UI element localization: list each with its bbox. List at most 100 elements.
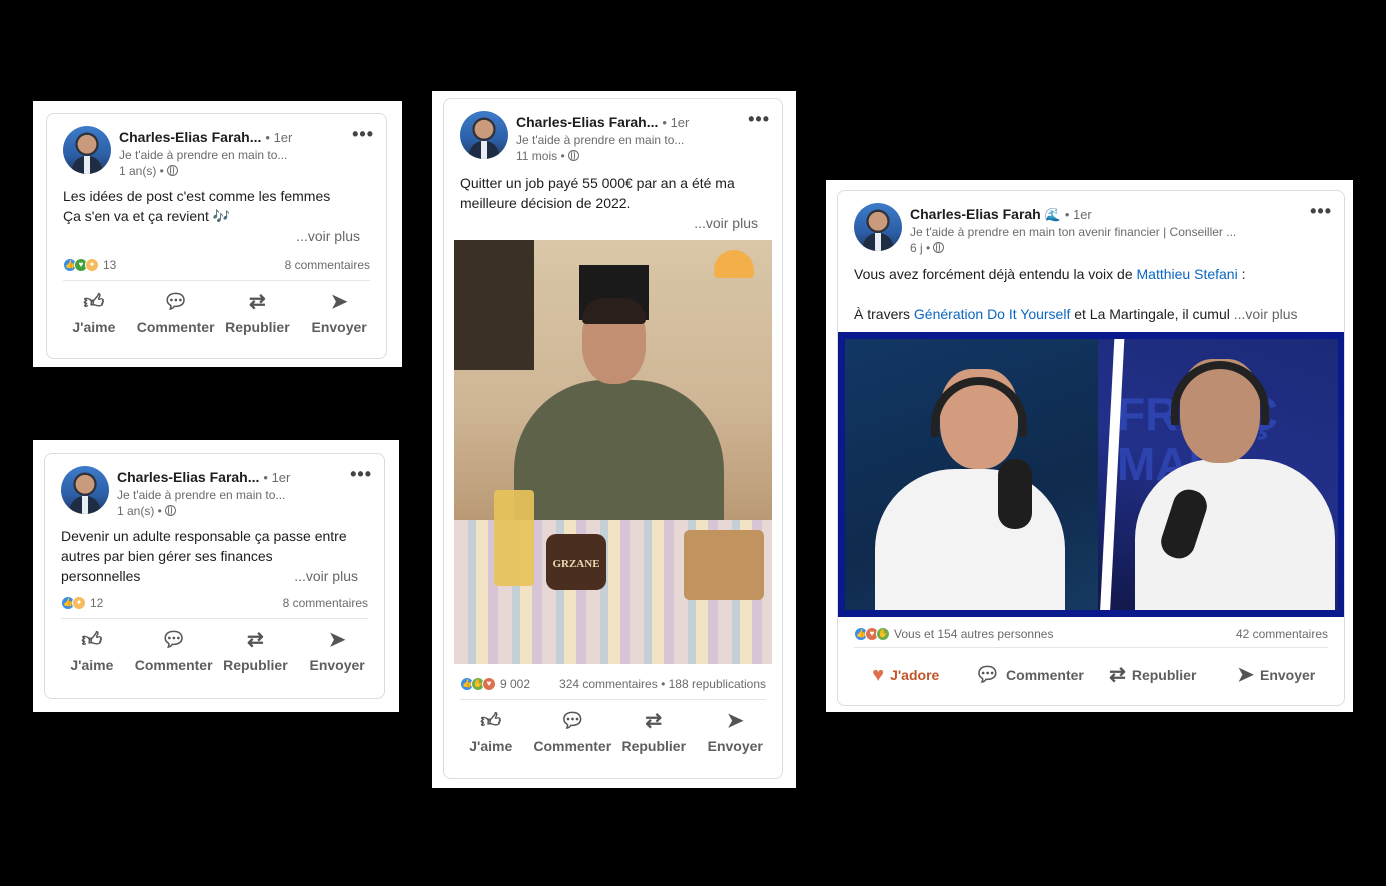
- mug-label: GRZANE: [552, 558, 600, 570]
- more-options-icon[interactable]: •••: [748, 109, 770, 130]
- action-bar: ♥ J'adore 💬︎ Commenter ⇄ Republier ➤ Envoyer: [838, 648, 1344, 688]
- post-card-4: Charles-Elias Farah 🌊 • 1er Je t'aide à p…: [837, 190, 1345, 706]
- comments-count[interactable]: 8 commentaires: [285, 258, 370, 272]
- repost-button[interactable]: ⇄ Republier: [215, 627, 297, 673]
- author-name[interactable]: Charles-Elias Farah: [910, 206, 1041, 222]
- send-icon: ➤: [328, 629, 346, 651]
- post-time: 1 an(s) •: [117, 504, 176, 518]
- post-card-2: Charles-Elias Farah... • 1er Je t'aide à …: [44, 453, 385, 699]
- post-header: Charles-Elias Farah... • 1er Je t'aide à …: [45, 454, 384, 520]
- author-name[interactable]: Charles-Elias Farah...: [119, 129, 261, 145]
- post-card-3: Charles-Elias Farah... • 1er Je t'aide à …: [443, 98, 783, 779]
- comment-button[interactable]: 💬︎ Commenter: [133, 627, 215, 673]
- post-photo[interactable]: GRZANE: [454, 240, 772, 664]
- comments-count[interactable]: 42 commentaires: [1236, 627, 1328, 641]
- more-options-icon[interactable]: •••: [352, 124, 374, 145]
- connection-degree: • 1er: [263, 470, 291, 485]
- connection-degree: • 1er: [265, 130, 293, 145]
- repost-button[interactable]: ⇄ Republier: [613, 708, 695, 754]
- author-avatar[interactable]: [61, 466, 109, 514]
- post-text: Quitter un job payé 55 000€ par an a été…: [460, 175, 758, 231]
- reactions-summary[interactable]: 👍 ✋ ♥ 9 002: [460, 677, 530, 691]
- comment-icon: 💬︎: [160, 629, 187, 651]
- post-stats: 👍 ♥ ✦ 13 8 commentaires: [47, 250, 386, 280]
- globe-icon: [933, 242, 945, 253]
- author-avatar[interactable]: [460, 111, 508, 159]
- like-button[interactable]: 👍︎ J'aime: [53, 289, 135, 335]
- see-more-link[interactable]: ...voir plus: [294, 566, 358, 586]
- author-tagline: Je t'aide à prendre en main to...: [516, 133, 685, 147]
- microphone-icon: [998, 459, 1032, 529]
- post-text: Les idées de post c'est comme les femmes…: [63, 188, 360, 244]
- post-header: Charles-Elias Farah 🌊 • 1er Je t'aide à p…: [838, 191, 1344, 257]
- reactions-summary[interactable]: 👍 ♥ ✦ 13: [63, 258, 116, 272]
- post-text: Devenir un adulte responsable ça passe e…: [61, 528, 358, 586]
- author-avatar[interactable]: [854, 203, 902, 251]
- post-header: Charles-Elias Farah... • 1er Je t'aide à …: [444, 99, 782, 165]
- more-options-icon[interactable]: •••: [350, 464, 372, 485]
- love-button[interactable]: ♥ J'adore: [844, 662, 968, 688]
- comment-button[interactable]: 💬︎ Commenter: [968, 662, 1092, 688]
- connection-degree: • 1er: [1064, 207, 1092, 222]
- see-more-link[interactable]: ...voir plus: [296, 228, 360, 244]
- comment-button[interactable]: 💬︎ Commenter: [135, 289, 217, 335]
- see-more-link[interactable]: ...voir plus: [694, 215, 758, 231]
- connection-degree: • 1er: [662, 115, 690, 130]
- post-time: 1 an(s) •: [119, 164, 178, 178]
- send-button[interactable]: ➤ Envoyer: [1215, 662, 1339, 688]
- post-header: Charles-Elias Farah... • 1er Je t'aide à …: [47, 114, 386, 180]
- author-name[interactable]: Charles-Elias Farah...: [516, 114, 658, 130]
- thumbs-up-icon: 👍︎: [480, 710, 502, 732]
- comments-count[interactable]: 324 commentaires • 188 republications: [559, 677, 766, 691]
- thumbs-up-icon: 👍︎: [81, 629, 103, 651]
- heart-icon: ♥: [872, 664, 885, 686]
- post-video[interactable]: FRANÇ MAIN: [838, 332, 1344, 617]
- send-icon: ➤: [330, 291, 348, 313]
- repost-icon: ⇄: [645, 710, 663, 732]
- repost-button[interactable]: ⇄ Republier: [1091, 662, 1215, 688]
- send-icon: ➤: [1237, 664, 1254, 686]
- post-time: 6 j •: [910, 241, 945, 255]
- repost-icon: ⇄: [246, 629, 264, 651]
- post-stats: 👍 ✋ ♥ 9 002 324 commentaires • 188 repub…: [444, 669, 782, 699]
- send-button[interactable]: ➤ Envoyer: [695, 708, 777, 754]
- comment-icon: 💬︎: [162, 291, 189, 313]
- comment-icon: 💬︎: [974, 664, 1001, 686]
- mention-link[interactable]: Matthieu Stefani: [1137, 266, 1238, 282]
- globe-icon: [567, 150, 579, 161]
- post-text: Vous avez forcément déjà entendu la voix…: [854, 266, 1298, 322]
- globe-icon: [164, 505, 176, 516]
- post-stats: 👍 ✦ 12 8 commentaires: [45, 588, 384, 618]
- comment-button[interactable]: 💬︎ Commenter: [532, 708, 614, 754]
- wave-emoji: 🌊: [1044, 207, 1061, 222]
- insightful-reaction-icon: ✦: [85, 258, 99, 272]
- send-button[interactable]: ➤ Envoyer: [296, 627, 378, 673]
- reactions-summary[interactable]: 👍 ♥ ✋ Vous et 154 autres personnes: [854, 627, 1053, 641]
- post-time: 11 mois •: [516, 149, 579, 163]
- author-name[interactable]: Charles-Elias Farah...: [117, 469, 259, 485]
- like-button[interactable]: 👍︎ J'aime: [51, 627, 133, 673]
- like-button[interactable]: 👍︎ J'aime: [450, 708, 532, 754]
- action-bar: 👍︎ J'aime 💬︎ Commenter ⇄ Republier ➤ Envoyer: [47, 281, 386, 335]
- reactions-summary[interactable]: 👍 ✦ 12: [61, 596, 103, 610]
- more-options-icon[interactable]: •••: [1310, 201, 1332, 222]
- comment-icon: 💬︎: [559, 710, 585, 732]
- repost-icon: ⇄: [248, 291, 266, 313]
- author-avatar[interactable]: [63, 126, 111, 174]
- celebrate-reaction-icon: ✋: [876, 627, 890, 641]
- author-tagline: Je t'aide à prendre en main to...: [119, 148, 288, 162]
- love-reaction-icon: ♥: [482, 677, 496, 691]
- author-tagline: Je t'aide à prendre en main ton avenir f…: [910, 225, 1237, 239]
- repost-button[interactable]: ⇄ Republier: [217, 289, 299, 335]
- post-stats: 👍 ♥ ✋ Vous et 154 autres personnes 42 co…: [838, 619, 1344, 649]
- post-card-1: Charles-Elias Farah... • 1er Je t'aide à …: [46, 113, 387, 359]
- repost-icon: ⇄: [1109, 664, 1126, 686]
- see-more-link[interactable]: ...voir plus: [1234, 306, 1298, 322]
- comments-count[interactable]: 8 commentaires: [283, 596, 368, 610]
- mention-link-2[interactable]: Génération Do It Yourself: [914, 306, 1070, 322]
- action-bar: 👍︎ J'aime 💬︎ Commenter ⇄ Republier ➤ Envoyer: [45, 619, 384, 673]
- globe-icon: [166, 165, 178, 176]
- send-button[interactable]: ➤ Envoyer: [298, 289, 380, 335]
- send-icon: ➤: [726, 710, 744, 732]
- action-bar: 👍︎ J'aime 💬︎ Commenter ⇄ Republier ➤ Envoyer: [444, 700, 782, 754]
